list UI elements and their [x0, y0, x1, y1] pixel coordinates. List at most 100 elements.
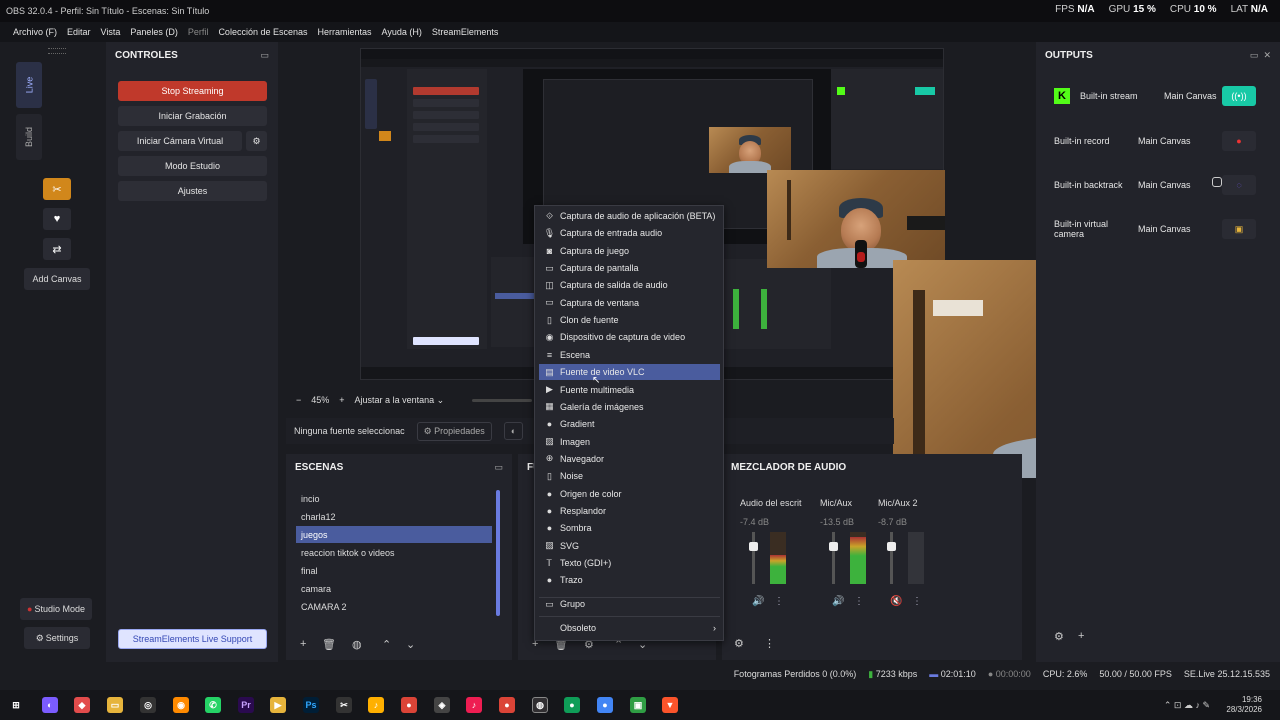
scene-item[interactable]: camara [296, 580, 492, 597]
speaker-icon[interactable]: 🔊 [752, 596, 764, 607]
menu-item[interactable]: ▭ Captura de pantalla [539, 260, 720, 276]
menu-item[interactable]: ● Trazo [539, 572, 720, 588]
tab-build[interactable]: Build [16, 114, 42, 160]
more-icon[interactable]: ⋮ [912, 596, 922, 607]
menu-perfil[interactable]: Perfil [183, 27, 214, 37]
folder-icon[interactable]: ▭ [107, 697, 123, 713]
float-panel-icon[interactable]: ▭ [1250, 50, 1259, 60]
chrome-icon[interactable]: ● [499, 697, 515, 713]
menu-herramientas[interactable]: Herramientas [313, 27, 377, 37]
menu-item[interactable]: ◉ Dispositivo de captura de video [539, 329, 720, 345]
app-icon[interactable]: ◎ [140, 697, 156, 713]
menu-item[interactable]: ▤ Fuente de video VLC [539, 364, 720, 381]
muted-speaker-icon[interactable]: 🔇 [890, 596, 902, 607]
zoom-out-button[interactable]: − [296, 395, 301, 405]
menu-item-group[interactable]: ▭ Grupo [539, 596, 720, 612]
capcut-icon[interactable]: ✂ [336, 697, 352, 713]
menu-item-obsolete[interactable]: Obsoleto › [539, 620, 720, 636]
close-icon[interactable]: ✕ [1263, 50, 1271, 60]
blender-icon[interactable]: ◉ [173, 697, 189, 713]
menu-item[interactable]: ◙ Captura de juego [539, 243, 720, 259]
files-icon[interactable]: ▶ [270, 697, 286, 713]
record-icon[interactable]: ● [1222, 131, 1256, 151]
float-panel-icon[interactable]: ▭ [260, 50, 269, 61]
scene-item[interactable]: juegos [296, 526, 492, 543]
volume-fader[interactable] [749, 532, 758, 584]
tab-live[interactable]: Live [16, 62, 42, 108]
taskbar-clock[interactable]: 19:36 28/3/2026 [1226, 695, 1262, 715]
share-icon[interactable]: ⇄ [43, 238, 71, 260]
backtrack-checkbox[interactable] [1212, 177, 1222, 187]
se-live-support-button[interactable]: StreamElements Live Support [118, 629, 267, 649]
start-virtualcam-button[interactable]: Iniciar Cámara Virtual [118, 131, 242, 151]
menu-item[interactable]: ▨ SVG [539, 538, 720, 554]
add-scene-icon[interactable]: + [300, 638, 306, 650]
app-icon[interactable]: ▣ [630, 697, 646, 713]
scene-item[interactable]: CAMARA 2 [296, 598, 492, 615]
zoom-in-button[interactable]: + [339, 395, 344, 405]
scene-item[interactable]: incio [296, 490, 492, 507]
copilot-icon[interactable]: ◐ [42, 697, 58, 713]
scene-item[interactable]: reaccion tiktok o videos [296, 544, 492, 561]
heart-icon[interactable]: ♥ [43, 208, 71, 230]
fader-knob[interactable] [829, 542, 838, 551]
chrome-icon[interactable]: ● [401, 697, 417, 713]
git-icon[interactable]: ◆ [74, 697, 90, 713]
fl-studio-icon[interactable]: ♪ [368, 697, 384, 713]
more-icon[interactable]: ⋮ [854, 596, 864, 607]
tray-icons[interactable]: ⌃ ⊡ ☁ ♪ ✎ [1164, 700, 1210, 711]
fader-knob[interactable] [887, 542, 896, 551]
menu-item[interactable]: ⟐ Captura de audio de aplicación (BETA) [539, 208, 720, 224]
scene-item[interactable]: charla12 [296, 508, 492, 525]
add-canvas-button[interactable]: Add Canvas [24, 268, 90, 290]
menu-item[interactable]: ● Gradient [539, 416, 720, 432]
gear-icon[interactable]: ⚙ [1054, 630, 1064, 643]
filters-button[interactable]: ◐ [503, 422, 524, 440]
studio-mode-toggle-button[interactable]: Modo Estudio [118, 156, 267, 176]
chrome-icon[interactable]: ● [597, 697, 613, 713]
unity-icon[interactable]: ◈ [434, 697, 450, 713]
menu-editar[interactable]: Editar [62, 27, 96, 37]
stream-toggle-icon[interactable]: ((•)) [1222, 86, 1256, 106]
gear-icon[interactable]: ⚙ [734, 637, 744, 650]
more-icon[interactable]: ⋮ [774, 596, 784, 607]
scenes-scrollbar[interactable] [496, 490, 500, 616]
menu-item[interactable]: ≡ Escena [539, 347, 720, 363]
backtrack-icon[interactable]: ◌ [1222, 175, 1256, 195]
scene-item[interactable]: final [296, 562, 492, 579]
volume-fader[interactable] [887, 532, 896, 584]
float-panel-icon[interactable]: ▭ [494, 462, 503, 473]
menu-vista[interactable]: Vista [96, 27, 126, 37]
tiktok-icon[interactable]: ♪ [466, 697, 482, 713]
move-down-icon[interactable]: ⌄ [406, 638, 415, 651]
menu-item[interactable]: ▨ Imagen [539, 434, 720, 450]
whatsapp-icon[interactable]: ✆ [205, 697, 221, 713]
volume-fader[interactable] [829, 532, 838, 584]
menu-item[interactable]: ▯ Clon de fuente [539, 312, 720, 328]
windows-start-icon[interactable]: ⊞ [8, 697, 24, 713]
studio-mode-button[interactable]: ● Studio Mode [20, 598, 92, 620]
menu-item[interactable]: 🎙 Captura de entrada audio [539, 225, 720, 241]
move-up-icon[interactable]: ⌃ [382, 638, 391, 651]
fit-dropdown[interactable]: Ajustar a la ventana ⌄ [355, 395, 445, 406]
virtualcam-settings-gear-icon[interactable]: ⚙ [246, 131, 267, 151]
fader-knob[interactable] [749, 542, 758, 551]
add-output-icon[interactable]: + [1078, 630, 1084, 642]
preview-scrollbar[interactable] [472, 399, 532, 402]
stop-streaming-button[interactable]: Stop Streaming [118, 81, 267, 101]
menu-item[interactable]: ◫ Captura de salida de audio [539, 277, 720, 293]
menu-ayuda[interactable]: Ayuda (H) [377, 27, 427, 37]
premiere-icon[interactable]: Pr [238, 697, 254, 713]
scissors-icon[interactable]: ✂ [43, 178, 71, 200]
menu-coleccion[interactable]: Colección de Escenas [213, 27, 312, 37]
menu-paneles[interactable]: Paneles (D) [125, 27, 183, 37]
menu-item[interactable]: ▦ Galería de imágenes [539, 399, 720, 415]
menu-streamelements[interactable]: StreamElements [427, 27, 504, 37]
brave-icon[interactable]: ▼ [662, 697, 678, 713]
speaker-icon[interactable]: 🔊 [832, 596, 844, 607]
more-icon[interactable]: ⋮ [764, 637, 775, 650]
menu-item[interactable]: ● Sombra [539, 520, 720, 536]
menu-item[interactable]: ▭ Captura de ventana [539, 295, 720, 311]
menu-item[interactable]: ⊕ Navegador [539, 451, 720, 467]
settings-button[interactable]: ⚙ Settings [24, 627, 90, 649]
